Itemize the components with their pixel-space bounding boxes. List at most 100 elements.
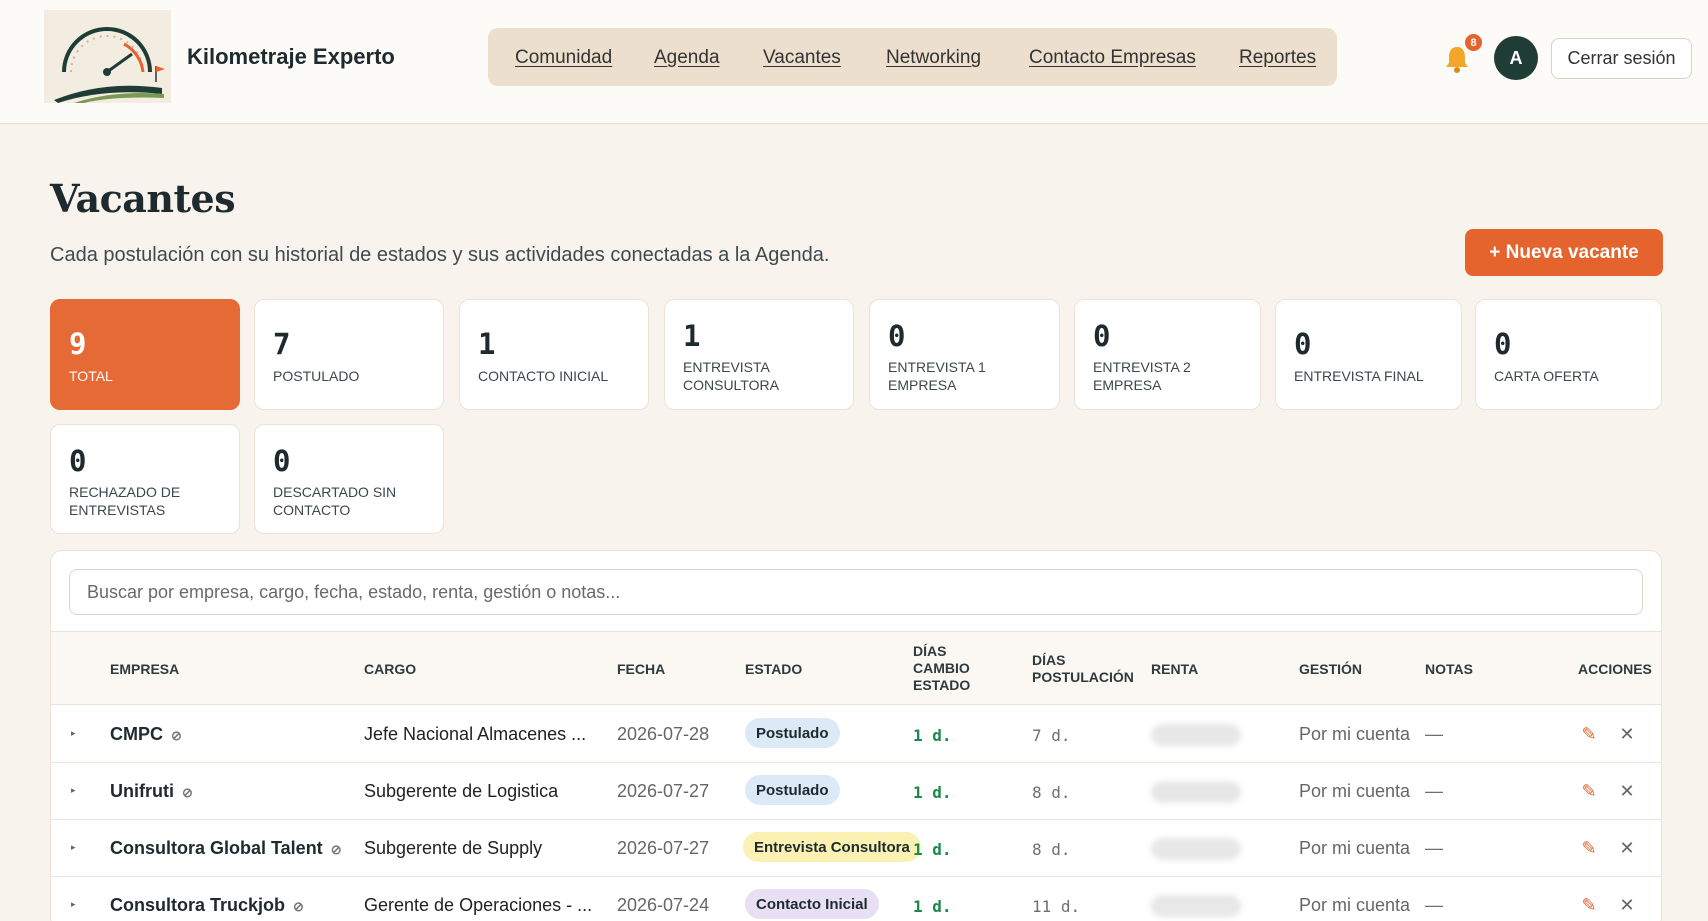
row-gestion: Por mi cuenta <box>1299 724 1411 744</box>
stat-card-entrevista-1-empresa[interactable]: 0 ENTREVISTA 1 EMPRESA <box>869 299 1060 410</box>
row-fecha: 2026-07-27 <box>617 838 710 858</box>
col-renta[interactable]: RENTA <box>1151 661 1198 678</box>
nav-vacantes[interactable]: Vacantes <box>763 47 841 69</box>
stat-value: 0 <box>888 319 906 353</box>
row-fecha: 2026-07-28 <box>617 724 710 744</box>
main-nav: Comunidad Agenda Vacantes Networking Con… <box>488 28 1337 86</box>
notification-count-badge: 8 <box>1463 32 1484 53</box>
col-dias-cambio-line-3[interactable]: ESTADO <box>913 677 970 694</box>
col-dias-postulacion-line-2[interactable]: POSTULACIÓN <box>1032 669 1134 686</box>
stat-value: 0 <box>69 444 87 478</box>
stat-card-carta-oferta[interactable]: 0 CARTA OFERTA <box>1475 299 1662 410</box>
col-dias-cambio-line-2[interactable]: CAMBIO <box>913 660 970 677</box>
row-gestion: Por mi cuenta <box>1299 895 1411 915</box>
row-dias-cambio: 1 d. <box>913 840 952 859</box>
status-badge: Postulado <box>745 775 840 805</box>
table-row[interactable]: ▸ Consultora Global Talent ⊘ Subgerente d… <box>51 820 1661 877</box>
nav-comunidad[interactable]: Comunidad <box>515 47 612 69</box>
status-badge: Entrevista Consultora <box>743 832 921 862</box>
col-dias-cambio-line-1[interactable]: DÍAS <box>913 643 946 660</box>
col-gestion[interactable]: GESTIÓN <box>1299 661 1362 678</box>
speedometer-logo-icon <box>44 10 171 103</box>
top-header: Kilometraje Experto Comunidad Agenda Vac… <box>0 0 1708 124</box>
table-row[interactable]: ▸ CMPC ⊘ Jefe Nacional Almacenes ... 2026… <box>51 706 1661 763</box>
pencil-icon[interactable]: ✎ <box>1578 780 1600 802</box>
row-notas: — <box>1425 724 1443 744</box>
stat-label: ENTREVISTA FINAL <box>1294 368 1424 384</box>
row-dias-postulacion: 11 d. <box>1032 897 1081 916</box>
stat-value: 0 <box>273 444 291 478</box>
stat-card-rechazado[interactable]: 0 RECHAZADO DE ENTREVISTAS <box>50 424 240 534</box>
table-row[interactable]: ▸ Consultora Truckjob ⊘ Gerente de Operac… <box>51 877 1661 921</box>
stat-card-entrevista-final[interactable]: 0 ENTREVISTA FINAL <box>1275 299 1462 410</box>
row-gestion: Por mi cuenta <box>1299 781 1411 801</box>
nav-networking[interactable]: Networking <box>886 47 981 69</box>
close-icon[interactable]: ✕ <box>1616 723 1638 745</box>
expand-caret-icon[interactable]: ▸ <box>71 785 76 796</box>
stat-label-line-2: CONSULTORA <box>683 377 779 393</box>
stat-label-line-2: CONTACTO <box>273 502 351 518</box>
status-badge: Contacto Inicial <box>745 889 879 919</box>
stat-label: CONTACTO INICIAL <box>478 368 609 384</box>
stat-card-descartado[interactable]: 0 DESCARTADO SIN CONTACTO <box>254 424 444 534</box>
stat-label-line-2: EMPRESA <box>888 377 957 393</box>
stat-card-postulado[interactable]: 7 POSTULADO <box>254 299 444 410</box>
row-gestion: Por mi cuenta <box>1299 838 1411 858</box>
expand-caret-icon[interactable]: ▸ <box>71 842 76 853</box>
stat-card-contacto-inicial[interactable]: 1 CONTACTO INICIAL <box>459 299 649 410</box>
stat-value: 0 <box>1494 327 1512 361</box>
row-dias-cambio: 1 d. <box>913 783 952 802</box>
pencil-icon[interactable]: ✎ <box>1578 837 1600 859</box>
expand-caret-icon[interactable]: ▸ <box>71 728 76 739</box>
paperclip-icon: ⊘ <box>171 728 182 743</box>
logo[interactable] <box>44 10 171 103</box>
table-row[interactable]: ▸ Unifruti ⊘ Subgerente de Logistica 2026… <box>51 763 1661 820</box>
expand-caret-icon[interactable]: ▸ <box>71 899 76 910</box>
row-dias-postulacion: 8 d. <box>1032 783 1071 802</box>
close-icon[interactable]: ✕ <box>1616 894 1638 916</box>
page-subtitle: Cada postulación con su historial de est… <box>50 244 830 266</box>
stat-card-entrevista-2-empresa[interactable]: 0 ENTREVISTA 2 EMPRESA <box>1074 299 1261 410</box>
close-icon[interactable]: ✕ <box>1616 780 1638 802</box>
row-renta-hidden <box>1151 838 1241 860</box>
brand-name[interactable]: Kilometraje Experto <box>187 44 395 70</box>
row-dias-cambio: 1 d. <box>913 726 952 745</box>
pencil-icon[interactable]: ✎ <box>1578 894 1600 916</box>
col-cargo[interactable]: CARGO <box>364 661 416 678</box>
table-header: EMPRESA CARGO FECHA ESTADO DÍAS CAMBIO E… <box>51 631 1661 705</box>
row-empresa: Unifruti ⊘ <box>110 781 193 801</box>
close-icon[interactable]: ✕ <box>1616 837 1638 859</box>
stat-value: 0 <box>1294 327 1312 361</box>
pencil-icon[interactable]: ✎ <box>1578 723 1600 745</box>
stat-label-line-1: ENTREVISTA 2 <box>1093 359 1191 375</box>
col-empresa[interactable]: EMPRESA <box>110 661 179 678</box>
col-estado[interactable]: ESTADO <box>745 661 802 678</box>
stat-label: CARTA OFERTA <box>1494 368 1599 384</box>
col-fecha[interactable]: FECHA <box>617 661 665 678</box>
stat-label: POSTULADO <box>273 368 360 384</box>
nav-agenda[interactable]: Agenda <box>654 47 720 69</box>
row-cargo: Gerente de Operaciones - ... <box>364 895 593 915</box>
stat-value: 0 <box>1093 319 1111 353</box>
row-notas: — <box>1425 838 1443 858</box>
nav-reportes[interactable]: Reportes <box>1239 47 1316 69</box>
row-cargo: Subgerente de Supply <box>364 838 543 858</box>
avatar[interactable]: A <box>1494 36 1538 80</box>
col-dias-postulacion-line-1[interactable]: DÍAS <box>1032 652 1065 669</box>
col-acciones: ACCIONES <box>1578 661 1652 677</box>
search-input[interactable] <box>69 569 1643 615</box>
row-fecha: 2026-07-27 <box>617 781 710 801</box>
nav-contacto-empresas[interactable]: Contacto Empresas <box>1029 47 1196 69</box>
row-renta-hidden <box>1151 724 1241 746</box>
stat-card-entrevista-consultora[interactable]: 1 ENTREVISTA CONSULTORA <box>664 299 854 410</box>
row-fecha: 2026-07-24 <box>617 895 710 915</box>
logout-button[interactable]: Cerrar sesión <box>1551 38 1692 79</box>
row-notas: — <box>1425 895 1443 915</box>
new-vacancy-button[interactable]: + Nueva vacante <box>1465 229 1663 276</box>
stat-card-total[interactable]: 9 TOTAL <box>50 299 240 410</box>
stat-value: 7 <box>273 327 291 361</box>
vacancies-panel: EMPRESA CARGO FECHA ESTADO DÍAS CAMBIO E… <box>50 550 1662 921</box>
col-notas[interactable]: NOTAS <box>1425 661 1473 678</box>
row-empresa: Consultora Global Talent ⊘ <box>110 838 342 858</box>
page-title: Vacantes <box>50 176 236 221</box>
